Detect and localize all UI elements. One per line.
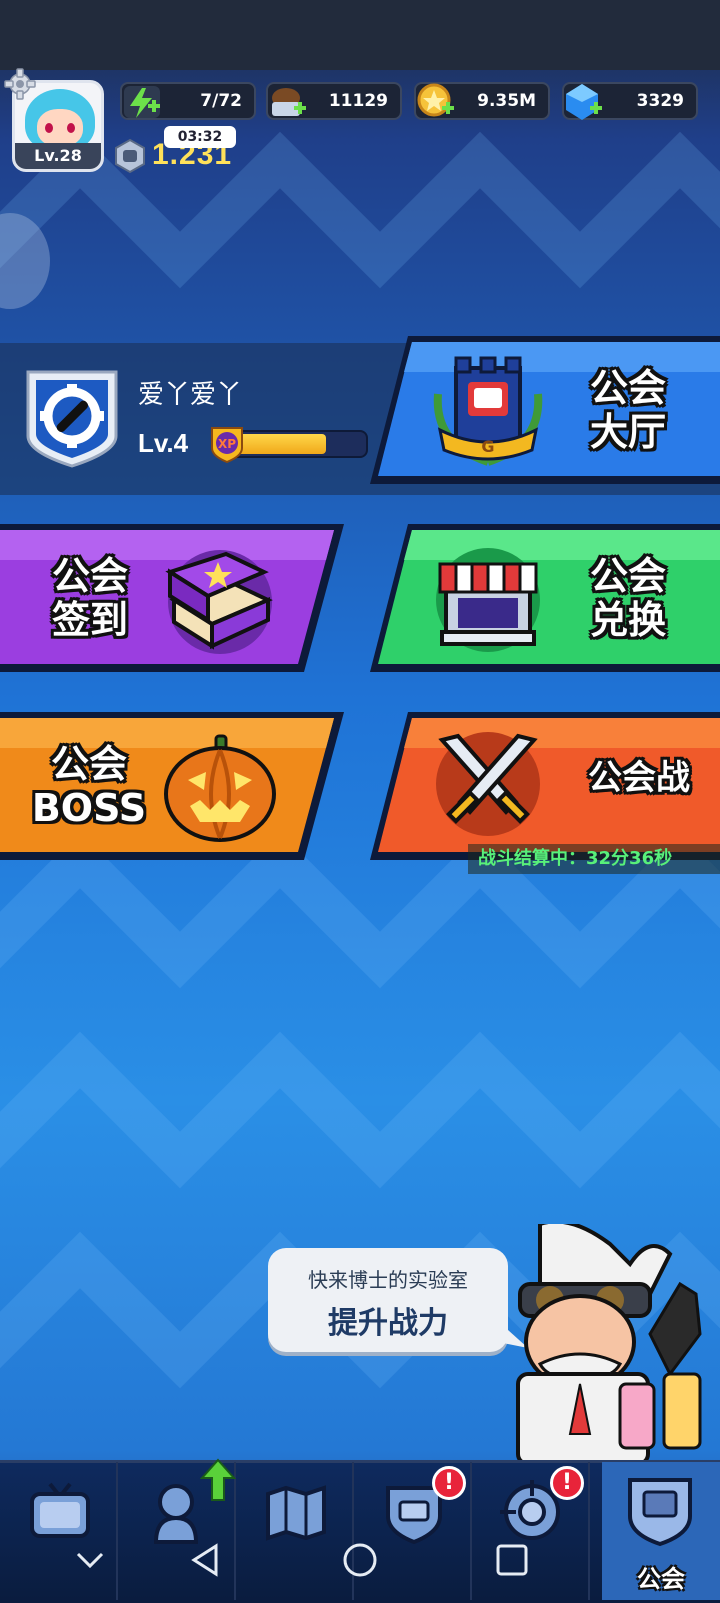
battle-status-text: 战斗结算中：32分36秒	[468, 844, 720, 874]
notification-badge: !	[550, 1466, 584, 1500]
avatar-eye-right	[67, 123, 75, 133]
status-bar	[0, 0, 720, 70]
nav-recents-icon[interactable]	[492, 1540, 532, 1580]
nav-home-icon[interactable]	[340, 1540, 380, 1580]
gem-counter[interactable]: 3329	[562, 82, 698, 120]
guild-war-label: 公会战	[588, 758, 690, 798]
guild-level: Lv.4	[138, 428, 189, 458]
guild-icon	[628, 1478, 692, 1547]
exp-food-icon	[272, 88, 306, 116]
guild-hall-card[interactable]: G 公会 大厅	[368, 332, 720, 488]
upgrade-arrow-icon	[200, 1458, 236, 1501]
tab-guild-label: 公会	[637, 1565, 685, 1593]
xp-badge-icon: XP	[211, 427, 243, 464]
nav-back-icon[interactable]	[186, 1540, 226, 1580]
exp-counter[interactable]: 11129	[266, 82, 402, 120]
star-book-icon	[165, 550, 273, 654]
promo-line-1: 快来博士的实验室	[308, 1268, 468, 1292]
settings-gear-icon[interactable]	[4, 68, 36, 100]
promo-line-2: 提升战力	[328, 1306, 448, 1341]
lab-promo-bubble[interactable]: 快来博士的实验室 提升战力	[268, 1248, 508, 1352]
pumpkin-boss-icon	[164, 734, 276, 842]
guild-exchange-card[interactable]: 公会 兑换	[368, 520, 720, 676]
power-fist-icon	[115, 138, 145, 174]
exp-value: 11129	[328, 91, 388, 111]
guild-boss-label: 公会 BOSS	[31, 742, 147, 830]
guild-signin-label: 公会 签到	[51, 554, 128, 642]
map-icon	[266, 1485, 326, 1541]
notification-badge: !	[432, 1466, 466, 1500]
tab-guild[interactable]: 公会	[602, 1462, 720, 1600]
tab-map[interactable]	[236, 1462, 354, 1600]
energy-value: 7/72	[200, 91, 242, 111]
gem-value: 3329	[636, 91, 684, 111]
energy-timer: 03:32	[164, 126, 236, 148]
guild-name: 爱丫爱丫	[138, 380, 243, 410]
avatar-face	[37, 109, 83, 147]
guild-exchange-label: 公会 兑换	[589, 554, 666, 642]
blue-gem-icon	[566, 84, 602, 120]
avatar-eye-left	[45, 123, 53, 133]
guild-signin-card[interactable]: 公会 签到	[0, 520, 346, 676]
gold-value: 9.35M	[477, 91, 536, 111]
shop-stall-icon	[436, 548, 540, 652]
crossed-swords-icon	[436, 732, 540, 836]
doctor-character[interactable]	[500, 1224, 720, 1464]
svg-text:G: G	[481, 437, 494, 456]
guild-hall-label: 公会 大厅	[589, 366, 666, 454]
gold-coin-icon	[417, 83, 454, 117]
nav-collapse-icon[interactable]	[70, 1540, 110, 1580]
floating-assist-button[interactable]	[0, 213, 50, 309]
lightning-icon	[124, 86, 160, 118]
player-level: Lv.28	[15, 143, 101, 169]
guild-settings-emblem-icon[interactable]	[22, 366, 122, 470]
gold-counter[interactable]: 9.35M	[414, 82, 550, 120]
guild-boss-card[interactable]: 公会 BOSS	[0, 708, 346, 864]
xp-badge-text: XP	[218, 437, 236, 451]
energy-counter[interactable]: 7/72	[120, 82, 256, 120]
tv-icon	[30, 1482, 90, 1538]
guild-castle-icon: G	[433, 356, 543, 466]
